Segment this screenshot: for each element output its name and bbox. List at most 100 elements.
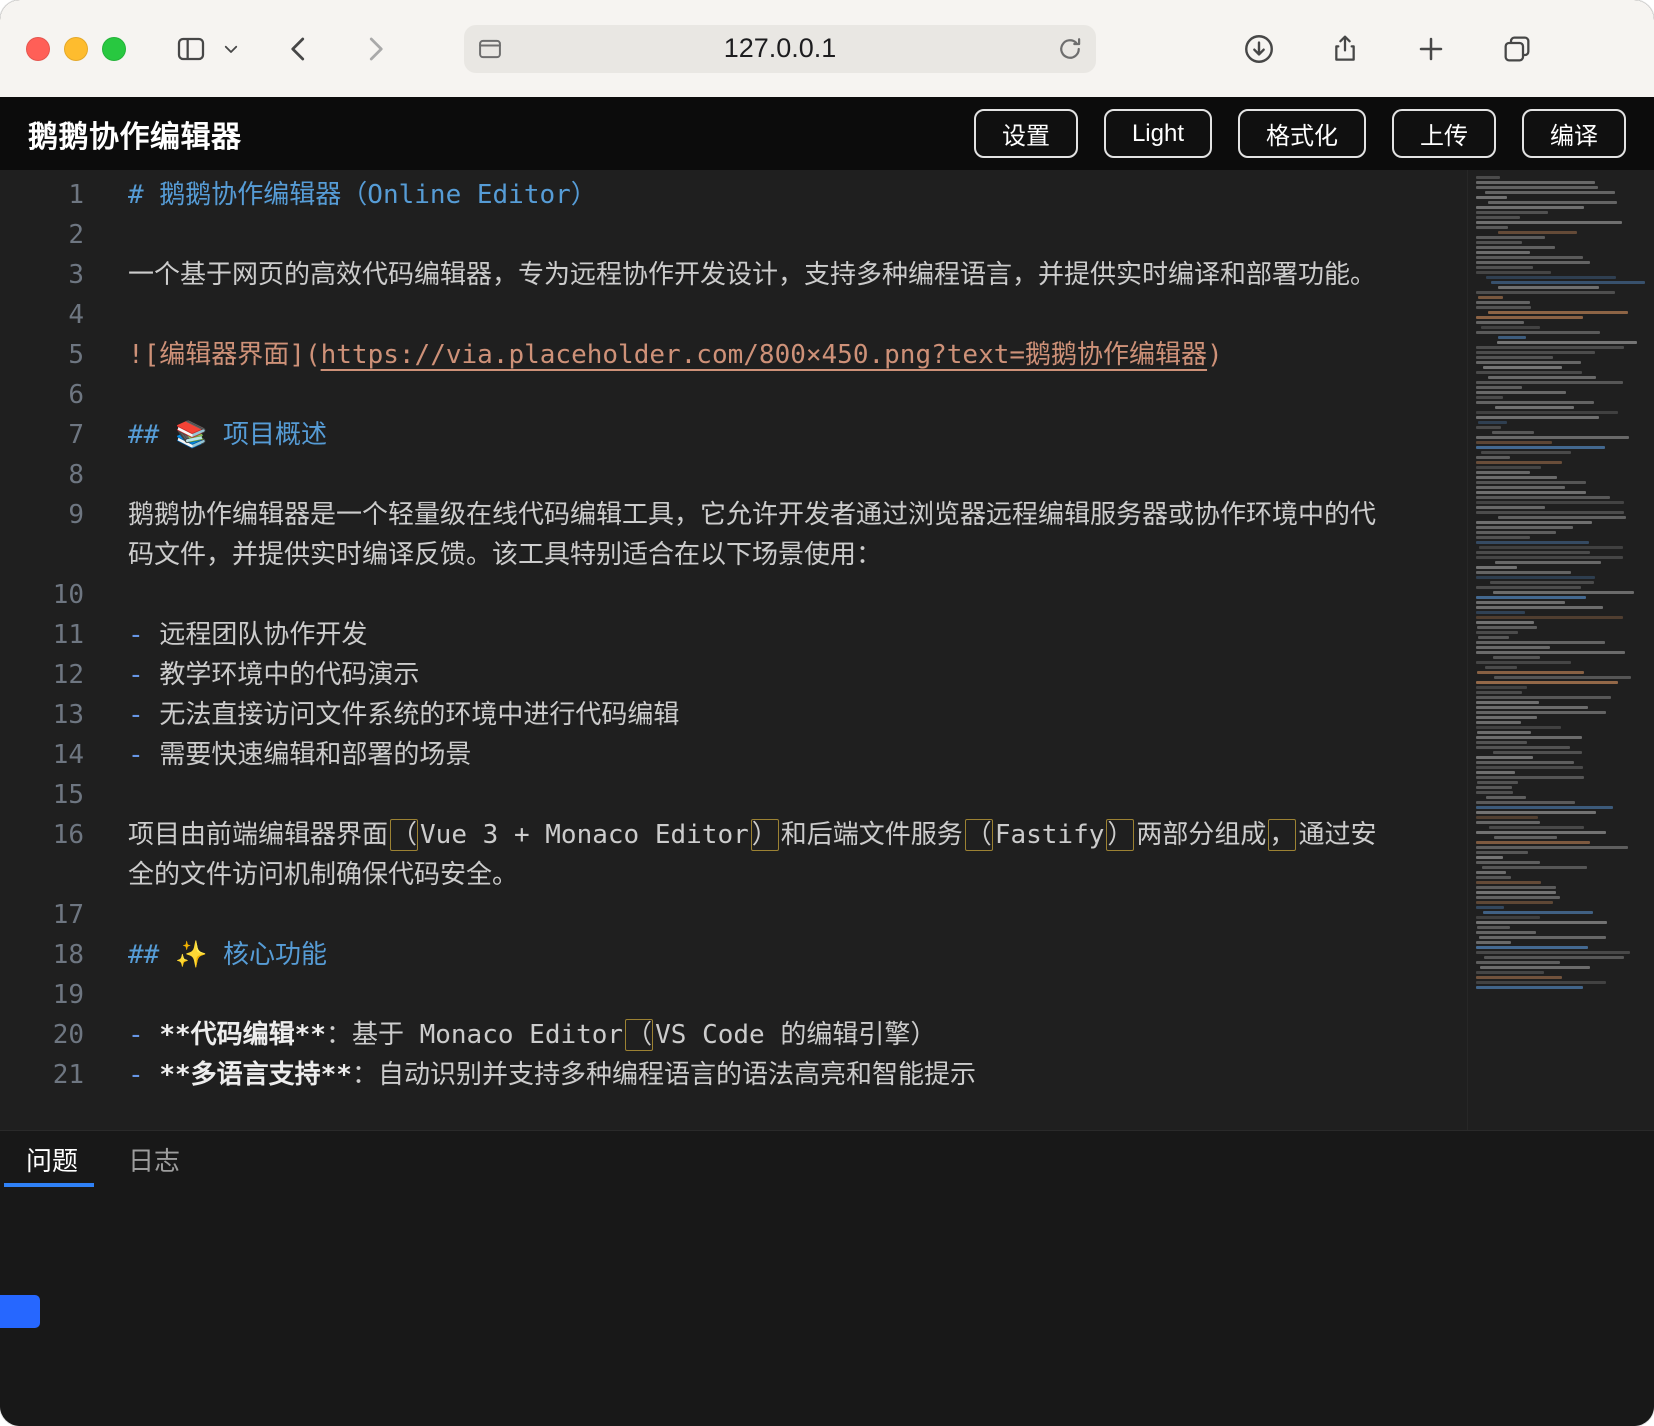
tab-logs-label: 日志 [128,1141,180,1178]
tab-problems-label: 问题 [26,1141,78,1178]
line-number: 13 [0,695,84,735]
line-number: 20 [0,1015,84,1055]
page-format-icon[interactable] [476,35,504,63]
tab-problems[interactable]: 问题 [26,1131,78,1187]
code-line[interactable]: 19 [0,975,1654,1015]
line-text: ## ✨ 核心功能 [128,935,327,975]
line-text: - 远程团队协作开发 [128,615,367,655]
code-line[interactable]: 16 项目由前端编辑器界面（Vue 3 + Monaco Editor）和后端文件… [0,815,1654,895]
code-line[interactable]: 2 [0,215,1654,255]
tabs-icon [1501,33,1533,65]
line-number: 9 [0,495,84,575]
line-number: 11 [0,615,84,655]
minimap[interactable] [1468,170,1654,1130]
line-text: # 鹅鹅协作编辑器（Online Editor） [128,175,597,215]
code-line[interactable]: 17 [0,895,1654,935]
editor-lines: 1 # 鹅鹅协作编辑器（Online Editor） 23 一个基于网页的高效代码编辑… [0,170,1654,1095]
format-button[interactable]: 格式化 [1238,109,1366,158]
code-line[interactable]: 6 [0,375,1654,415]
downloads-button[interactable] [1236,26,1282,72]
line-text: - 需要快速编辑和部署的场景 [128,735,471,775]
panel-accent-badge [0,1295,40,1328]
line-number: 7 [0,415,84,455]
line-number: 3 [0,255,84,295]
upload-button[interactable]: 上传 [1392,109,1496,158]
url-text: 127.0.0.1 [464,33,1096,64]
line-number: 2 [0,215,84,255]
theme-toggle-button[interactable]: Light [1104,109,1212,158]
compile-button[interactable]: 编译 [1522,109,1626,158]
code-line[interactable]: 1 # 鹅鹅协作编辑器（Online Editor） [0,175,1654,215]
tab-group-menu-button[interactable] [216,26,246,72]
code-line[interactable]: 4 [0,295,1654,335]
code-line[interactable]: 13 - 无法直接访问文件系统的环境中进行代码编辑 [0,695,1654,735]
reload-button[interactable] [1056,35,1084,63]
code-line[interactable]: 8 [0,455,1654,495]
sidebar-toggle-button[interactable] [168,26,214,72]
code-line[interactable]: 5 ![编辑器界面](https://via.placeholder.com/80… [0,335,1654,375]
code-line[interactable]: 18 ## ✨ 核心功能 [0,935,1654,975]
tab-logs[interactable]: 日志 [128,1131,180,1187]
code-line[interactable]: 20 - **代码编辑**：基于 Monaco Editor（VS Code 的编… [0,1015,1654,1055]
code-line[interactable]: 21 - **多语言支持**：自动识别并支持多种编程语言的语法高亮和智能提示 [0,1055,1654,1095]
reload-icon [1056,35,1084,63]
line-text: 鹅鹅协作编辑器是一个轻量级在线代码编辑工具，它允许开发者通过浏览器远程编辑服务器… [128,495,1378,575]
bottom-panel: 问题 日志 [0,1130,1654,1426]
header-actions: 设置 Light 格式化 上传 编译 [974,109,1626,158]
code-line[interactable]: 10 [0,575,1654,615]
line-number: 10 [0,575,84,615]
back-button[interactable] [276,26,322,72]
line-text: - **代码编辑**：基于 Monaco Editor（VS Code 的编辑引… [128,1015,936,1055]
line-number: 19 [0,975,84,1015]
line-text: 一个基于网页的高效代码编辑器，专为远程协作开发设计，支持多种编程语言，并提供实时… [128,255,1376,295]
line-number: 18 [0,935,84,975]
new-tab-button[interactable] [1408,26,1454,72]
sidebar-icon [175,33,207,65]
code-line[interactable]: 3 一个基于网页的高效代码编辑器，专为远程协作开发设计，支持多种编程语言，并提供实… [0,255,1654,295]
download-icon [1242,32,1276,66]
line-number: 4 [0,295,84,335]
line-text: - 教学环境中的代码演示 [128,655,419,695]
tab-overview-button[interactable] [1494,26,1540,72]
line-number: 14 [0,735,84,775]
browser-window: 127.0.0.1 [0,0,1654,1426]
code-line[interactable]: 11 - 远程团队协作开发 [0,615,1654,655]
line-text: ## 📚 项目概述 [128,415,327,455]
zoom-window-button[interactable] [102,37,126,61]
line-number: 15 [0,775,84,815]
line-text: ![编辑器界面](https://via.placeholder.com/800… [128,335,1223,375]
line-number: 6 [0,375,84,415]
code-line[interactable]: 7 ## 📚 项目概述 [0,415,1654,455]
line-text: - **多语言支持**：自动识别并支持多种编程语言的语法高亮和智能提示 [128,1055,976,1095]
app-header: 鹅鹅协作编辑器 设置 Light 格式化 上传 编译 [0,97,1654,170]
code-line[interactable]: 15 [0,775,1654,815]
line-text: 项目由前端编辑器界面（Vue 3 + Monaco Editor）和后端文件服务… [128,815,1378,895]
line-number: 16 [0,815,84,895]
line-number: 5 [0,335,84,375]
line-number: 12 [0,655,84,695]
code-line[interactable]: 12 - 教学环境中的代码演示 [0,655,1654,695]
line-number: 21 [0,1055,84,1095]
app-title: 鹅鹅协作编辑器 [28,112,242,156]
back-icon [284,34,314,64]
line-number: 17 [0,895,84,935]
panel-body [0,1187,1654,1426]
minimize-window-button[interactable] [64,37,88,61]
forward-icon [360,34,390,64]
forward-button[interactable] [352,26,398,72]
chevron-down-icon [222,40,240,58]
share-icon [1329,33,1361,65]
close-window-button[interactable] [26,37,50,61]
share-button[interactable] [1322,26,1368,72]
traffic-lights [26,37,126,61]
panel-tabs: 问题 日志 [0,1131,1654,1187]
code-editor[interactable]: 1 # 鹅鹅协作编辑器（Online Editor） 23 一个基于网页的高效代码编辑… [0,170,1654,1130]
settings-button[interactable]: 设置 [974,109,1078,158]
address-bar[interactable]: 127.0.0.1 [464,25,1096,73]
code-line[interactable]: 14 - 需要快速编辑和部署的场景 [0,735,1654,775]
line-text: - 无法直接访问文件系统的环境中进行代码编辑 [128,695,679,735]
code-line[interactable]: 9 鹅鹅协作编辑器是一个轻量级在线代码编辑工具，它允许开发者通过浏览器远程编辑服务… [0,495,1654,575]
line-number: 1 [0,175,84,215]
plus-icon [1416,34,1446,64]
line-number: 8 [0,455,84,495]
